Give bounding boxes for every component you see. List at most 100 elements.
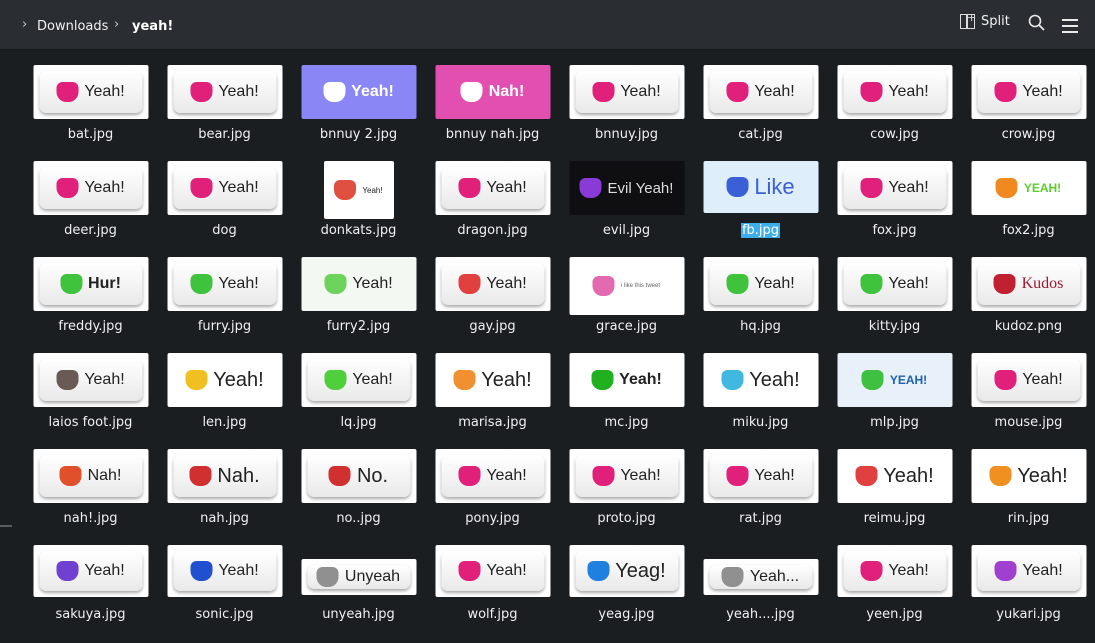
file-thumbnail[interactable]: Yeah! — [301, 65, 416, 119]
file-thumbnail[interactable]: Yeah! — [569, 449, 684, 503]
file-thumbnail[interactable]: Yeah! — [435, 449, 550, 503]
file-item[interactable]: Kudos kudoz.png — [962, 243, 1095, 334]
file-thumbnail[interactable]: YEAH! — [837, 353, 952, 407]
file-thumbnail[interactable]: Yeah! — [971, 353, 1086, 407]
file-thumbnail[interactable]: Yeah! — [167, 257, 282, 311]
file-thumbnail[interactable]: Yeah! — [971, 65, 1086, 119]
file-thumbnail[interactable]: Yeah! — [435, 545, 550, 597]
file-thumbnail[interactable]: Nah. — [167, 449, 282, 503]
file-thumbnail[interactable]: No. — [301, 449, 416, 503]
file-item[interactable]: Yeah! dragon.jpg — [426, 147, 559, 238]
file-thumbnail[interactable]: i like this tweet — [569, 257, 684, 315]
file-thumbnail[interactable]: Like — [703, 161, 818, 213]
file-item[interactable]: Yeah! marisa.jpg — [426, 339, 559, 430]
panel-resize-handle[interactable] — [0, 525, 12, 527]
file-thumbnail[interactable]: Yeah! — [971, 545, 1086, 597]
file-item[interactable]: Yeah! fox.jpg — [828, 147, 961, 238]
file-thumbnail[interactable]: Yeah! — [435, 353, 550, 407]
file-item[interactable]: Evil Yeah! evil.jpg — [560, 147, 693, 238]
file-item[interactable]: Yeah! proto.jpg — [560, 435, 693, 526]
file-thumbnail[interactable]: Yeah! — [837, 449, 952, 503]
file-item[interactable]: Yeah! bear.jpg — [158, 51, 291, 142]
split-button[interactable]: Split — [960, 11, 1010, 29]
file-thumbnail[interactable]: Yeah! — [703, 257, 818, 311]
file-item[interactable]: Yeah! wolf.jpg — [426, 531, 559, 622]
file-thumbnail[interactable]: Yeah! — [33, 161, 148, 215]
file-thumbnail[interactable]: Yeah! — [167, 65, 282, 119]
file-item[interactable]: Yeah! bat.jpg — [24, 51, 157, 142]
file-item[interactable]: i like this tweet grace.jpg — [560, 243, 693, 334]
search-button[interactable] — [1028, 14, 1046, 36]
file-item[interactable]: Yeah! miku.jpg — [694, 339, 827, 430]
file-item[interactable]: Yeah! cow.jpg — [828, 51, 961, 142]
file-item[interactable]: Yeah! len.jpg — [158, 339, 291, 430]
file-thumbnail[interactable]: Yeah! — [703, 65, 818, 119]
file-item[interactable]: Yeah! rat.jpg — [694, 435, 827, 526]
file-thumbnail[interactable]: Yeah! — [837, 545, 952, 597]
file-thumbnail[interactable]: Yeah! — [167, 353, 282, 407]
file-item[interactable]: Yeah! bnnuy.jpg — [560, 51, 693, 142]
file-item[interactable]: Yeah! mouse.jpg — [962, 339, 1095, 430]
file-thumbnail[interactable]: Yeah! — [33, 353, 148, 407]
file-thumbnail[interactable]: Yeah... — [703, 559, 818, 595]
file-item[interactable]: Yeah! mc.jpg — [560, 339, 693, 430]
file-item[interactable]: Yeah! gay.jpg — [426, 243, 559, 334]
file-item[interactable]: Yeah! deer.jpg — [24, 147, 157, 238]
file-item[interactable]: Yeah! sonic.jpg — [158, 531, 291, 622]
file-thumbnail[interactable]: Yeah! — [435, 257, 550, 311]
file-thumbnail[interactable]: Yeah! — [167, 545, 282, 597]
file-thumbnail[interactable]: Evil Yeah! — [569, 161, 684, 215]
file-item[interactable]: YEAH! fox2.jpg — [962, 147, 1095, 238]
file-item[interactable]: Yeah! lq.jpg — [292, 339, 425, 430]
file-thumbnail[interactable]: Yeah! — [33, 545, 148, 597]
file-thumbnail[interactable]: Yeah! — [569, 353, 684, 407]
file-item[interactable]: Yeah! donkats.jpg — [292, 147, 425, 238]
file-item[interactable]: Unyeah unyeah.jpg — [292, 531, 425, 622]
file-item[interactable]: YEAH! mlp.jpg — [828, 339, 961, 430]
file-item[interactable]: Yeah! reimu.jpg — [828, 435, 961, 526]
file-thumbnail[interactable]: Yeah! — [837, 257, 952, 311]
file-thumbnail[interactable]: Yeah! — [323, 161, 394, 219]
file-item[interactable]: Yeah! crow.jpg — [962, 51, 1095, 142]
file-item[interactable]: Yeah! rin.jpg — [962, 435, 1095, 526]
file-item[interactable]: Like fb.jpg — [694, 147, 827, 238]
breadcrumb-item-current[interactable]: yeah! — [132, 19, 173, 34]
file-item[interactable]: No. no..jpg — [292, 435, 425, 526]
file-item[interactable]: Yeah! yukari.jpg — [962, 531, 1095, 622]
file-item[interactable]: Yeah! sakuya.jpg — [24, 531, 157, 622]
file-thumbnail[interactable]: Yeah! — [703, 353, 818, 407]
breadcrumb-chevron-icon[interactable]: › — [22, 17, 27, 32]
file-item[interactable]: Yeah! hq.jpg — [694, 243, 827, 334]
file-item[interactable]: Yeah! yeen.jpg — [828, 531, 961, 622]
file-item[interactable]: Yeah! dog — [158, 147, 291, 238]
file-thumbnail[interactable]: Hur! — [33, 257, 148, 311]
file-thumbnail[interactable]: Nah! — [33, 449, 148, 503]
breadcrumb-item-downloads[interactable]: Downloads — [37, 19, 108, 34]
file-thumbnail[interactable]: Yeah! — [971, 449, 1086, 503]
file-item[interactable]: Yeah! furry.jpg — [158, 243, 291, 334]
file-thumbnail[interactable]: Yeah! — [301, 257, 416, 311]
file-item[interactable]: Yeah! bnnuy 2.jpg — [292, 51, 425, 142]
file-item[interactable]: Yeah! laios foot.jpg — [24, 339, 157, 430]
file-thumbnail[interactable]: Yeah! — [301, 353, 416, 407]
file-thumbnail[interactable]: Yeah! — [837, 161, 952, 215]
file-thumbnail[interactable]: Yeag! — [569, 545, 684, 597]
file-thumbnail[interactable]: Yeah! — [569, 65, 684, 119]
file-item[interactable]: Yeah! kitty.jpg — [828, 243, 961, 334]
file-thumbnail[interactable]: Yeah! — [703, 449, 818, 503]
file-thumbnail[interactable]: Yeah! — [435, 161, 550, 215]
file-thumbnail[interactable]: Nah! — [435, 65, 550, 119]
file-item[interactable]: Nah. nah.jpg — [158, 435, 291, 526]
file-item[interactable]: Yeah! pony.jpg — [426, 435, 559, 526]
file-item[interactable]: Yeah... yeah....jpg — [694, 531, 827, 622]
file-item[interactable]: Yeag! yeag.jpg — [560, 531, 693, 622]
file-item[interactable]: Hur! freddy.jpg — [24, 243, 157, 334]
file-thumbnail[interactable]: Yeah! — [167, 161, 282, 215]
file-item[interactable]: Nah! nah!.jpg — [24, 435, 157, 526]
file-item[interactable]: Nah! bnnuy nah.jpg — [426, 51, 559, 142]
file-thumbnail[interactable]: Yeah! — [837, 65, 952, 119]
file-thumbnail[interactable]: Unyeah — [301, 559, 416, 595]
hamburger-menu-button[interactable] — [1062, 19, 1078, 37]
file-thumbnail[interactable]: Kudos — [971, 257, 1086, 311]
file-thumbnail[interactable]: Yeah! — [33, 65, 148, 119]
